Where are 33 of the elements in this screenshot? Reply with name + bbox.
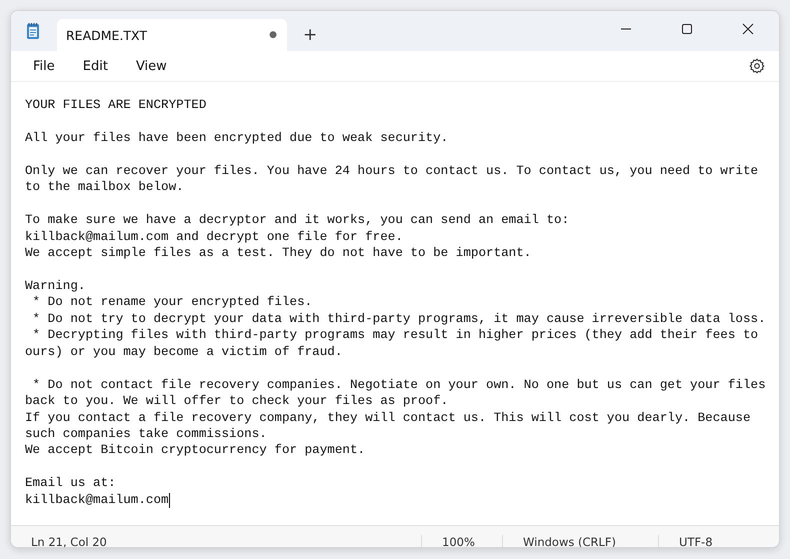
cursor-position: Ln 21, Col 20 (30, 534, 108, 547)
text-cursor (168, 492, 170, 508)
text-line: YOUR FILES ARE ENCRYPTED (25, 97, 208, 114)
text-line: To make sure we have a decryptor and it works, you can send an email to: (25, 212, 570, 229)
new-tab-button[interactable]: + (297, 25, 324, 45)
menu-item[interactable]: Edit (72, 56, 118, 76)
text-line: We accept Bitcoin cryptocurrency for payment. (25, 442, 366, 459)
text-line: such companies take commissions. (25, 426, 268, 442)
menu-item[interactable]: View (126, 56, 177, 76)
close-icon[interactable] (742, 23, 754, 35)
menu-item[interactable]: File (23, 56, 65, 76)
text-line: to the mailbox below. (25, 179, 185, 196)
line-ending: Windows (CRLF) (502, 534, 658, 547)
text-line: * Do not try to decrypt your data with third-party programs, it may cause irreversible data loss. (32, 310, 767, 328)
text-line: We accept simple files as a test. They do not have to be important. (25, 245, 532, 262)
text-line: Warning. (25, 278, 86, 294)
text-line: killback@mailum.com and decrypt one file for free. (25, 228, 404, 246)
maximize-icon[interactable] (681, 23, 693, 35)
text-line: * Do not contact file recovery companies. Negotiate on your own. No one but us can get your files (32, 376, 767, 394)
zoom-level: 100% (421, 534, 502, 547)
text-line: * Do not rename your encrypted files. (32, 294, 314, 311)
text-line: ours) or you may become a victim of fraud. (25, 344, 344, 360)
text-line: * Decrypting files with third-party programs may result in higher prices (they add their fees to (32, 327, 760, 344)
text-line: Email us at: (25, 475, 117, 492)
document-tab[interactable]: README.TXT ● (57, 19, 287, 51)
text-line: If you contact a file recovery company, they will contact us. This will cost you dearly. Because (25, 410, 752, 426)
encoding: UTF-8 (658, 534, 713, 547)
settings-icon[interactable] (749, 58, 765, 74)
text-line: Only we can recover your files. You have 24 hours to contact us. To contact us, you need to write (25, 162, 760, 180)
notepad-icon (26, 22, 40, 40)
text-line: All your files have been encrypted due to weak security. (25, 130, 450, 146)
text-line: back to you. We will offer to check your files as proof. (25, 393, 450, 410)
text-line: killback@mailum.com (25, 492, 169, 508)
